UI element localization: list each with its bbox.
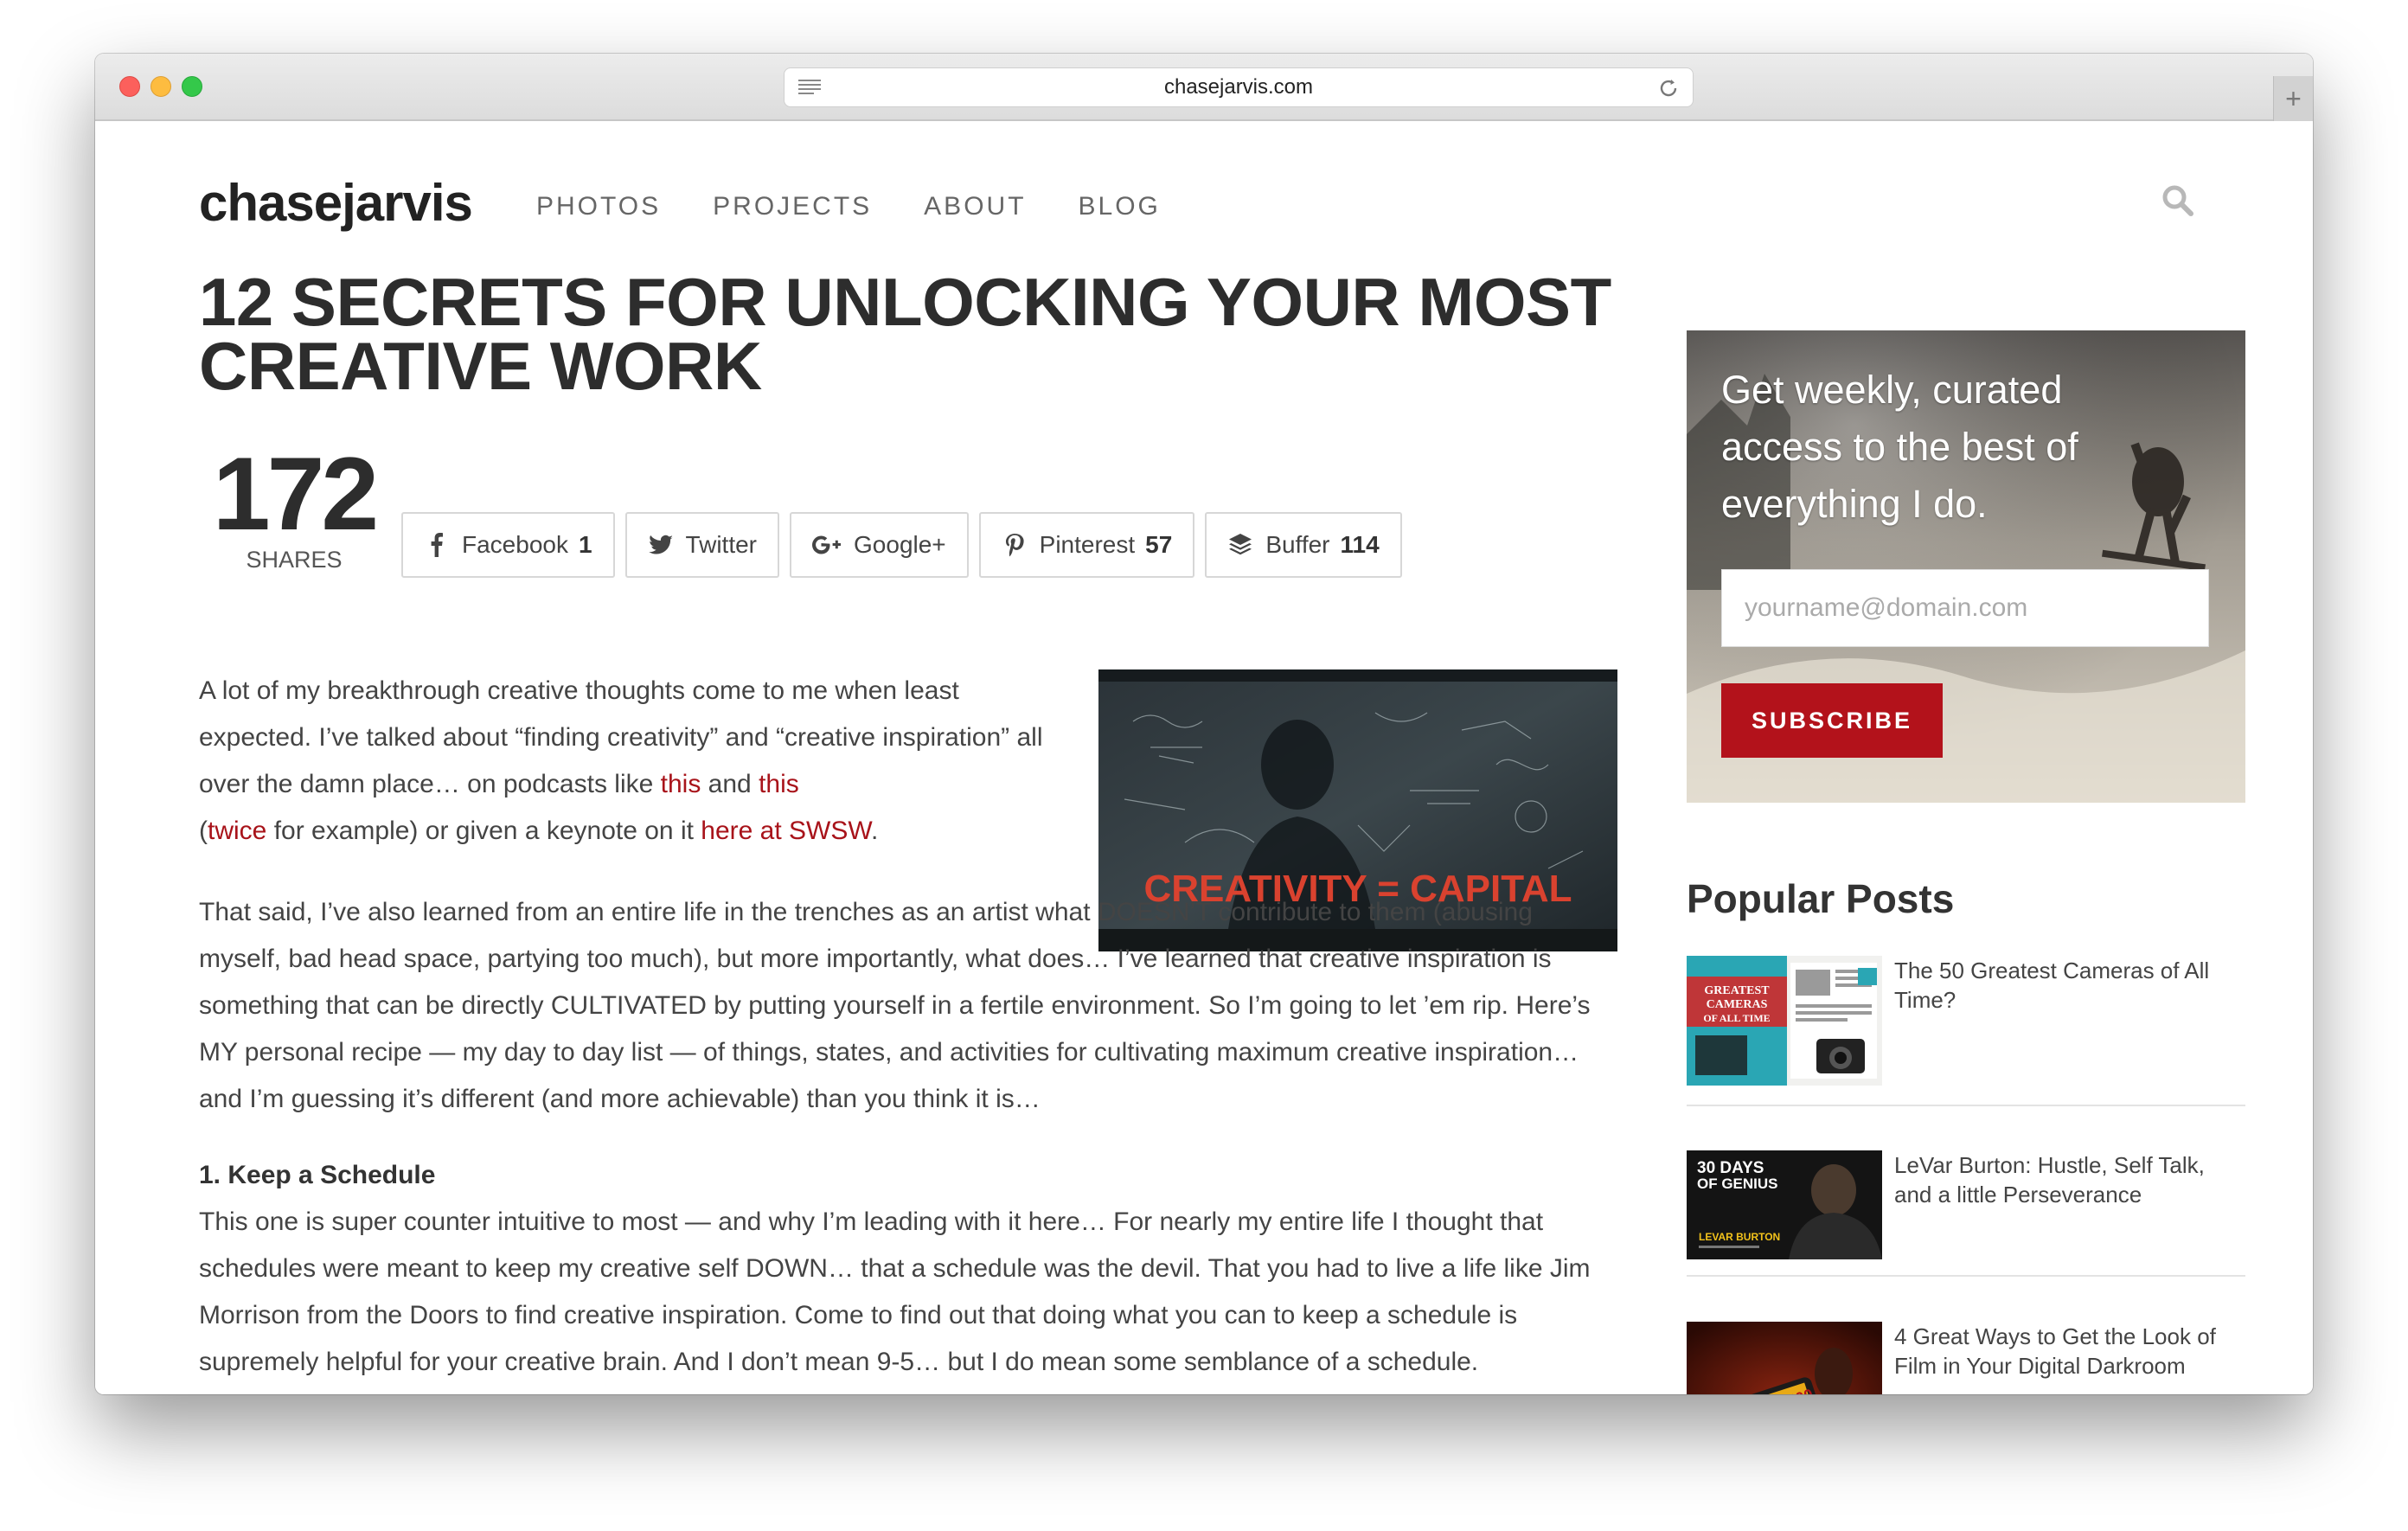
svg-text:CAMERAS: CAMERAS <box>1707 998 1768 1011</box>
pinterest-label: Pinterest <box>1039 531 1136 558</box>
post-2-thumb-text-3: LEVAR BURTON <box>1699 1231 1780 1243</box>
address-bar[interactable]: chasejarvis.com <box>784 67 1694 107</box>
popular-post-3[interactable]: Kodak 400 4 Great Ways to Get the Look o… <box>1687 1322 2245 1394</box>
nav-about[interactable]: ABOUT <box>924 192 1026 221</box>
facebook-share-button[interactable]: Facebook 1 <box>401 512 615 578</box>
link-podcast-2[interactable]: this <box>759 770 799 798</box>
link-twice[interactable]: twice <box>208 817 266 845</box>
pinterest-icon <box>1005 534 1024 557</box>
twitter-icon <box>648 535 673 554</box>
buffer-label: Buffer <box>1265 531 1330 558</box>
post-2-thumb-text-2: OF GENIUS <box>1697 1175 1778 1192</box>
site-nav: PHOTOS PROJECTS ABOUT BLOG <box>536 192 1161 221</box>
pinterest-count: 57 <box>1145 531 1173 558</box>
section-heading-1: 1. Keep a Schedule <box>199 1161 436 1189</box>
paragraph-1-text-e: . <box>871 817 879 845</box>
nav-blog[interactable]: BLOG <box>1079 192 1161 221</box>
levar-burton-thumbnail: 30 DAYS OF GENIUS LEVAR BURTON <box>1687 1150 1882 1259</box>
site-logo[interactable]: chasejarvis <box>199 173 473 233</box>
twitter-share-button[interactable]: Twitter <box>624 512 780 578</box>
facebook-label: Facebook <box>462 531 568 558</box>
nav-photos[interactable]: PHOTOS <box>536 192 661 221</box>
browser-window: chasejarvis.com + chasejarvis PHOTOS PRO… <box>95 54 2313 1394</box>
email-field[interactable]: yourname@domain.com <box>1721 569 2209 647</box>
link-podcast-1[interactable]: this <box>661 770 701 798</box>
post-3-title[interactable]: 4 Great Ways to Get the Look of Film in … <box>1894 1322 2245 1394</box>
url-text: chasejarvis.com <box>1163 75 1314 99</box>
post-1-title[interactable]: The 50 Greatest Cameras of All Time? <box>1894 956 2245 1086</box>
google-plus-share-button[interactable]: Google+ <box>790 512 969 578</box>
subscribe-button[interactable]: SUBSCRIBE <box>1721 683 1943 758</box>
svg-text:OF ALL TIME: OF ALL TIME <box>1703 1012 1770 1024</box>
buffer-share-button[interactable]: Buffer 114 <box>1205 512 1402 578</box>
popular-posts-title: Popular Posts <box>1687 876 1955 921</box>
search-icon[interactable] <box>2161 183 2195 218</box>
minimize-window-button[interactable] <box>150 76 171 97</box>
google-plus-label: Google+ <box>854 531 946 558</box>
close-window-button[interactable] <box>119 76 140 97</box>
buffer-icon <box>1229 534 1252 555</box>
paragraph-1-text-a: A lot of my breakthrough creative though… <box>199 676 1043 798</box>
browser-titlebar: chasejarvis.com + <box>95 54 2313 121</box>
maximize-window-button[interactable] <box>182 76 202 97</box>
paragraph-1-text-b: and <box>701 770 759 798</box>
post-divider <box>1687 1105 2245 1106</box>
facebook-count: 1 <box>578 531 592 558</box>
paragraph-2-text: That said, I’ve also learned from an ent… <box>199 898 1591 1113</box>
popular-post-1[interactable]: GREATEST CAMERAS OF ALL TIME The 50 Grea… <box>1687 956 2245 1086</box>
popular-post-2[interactable]: 30 DAYS OF GENIUS LEVAR BURTON LeVar Bur… <box>1687 1150 2245 1259</box>
new-tab-button[interactable]: + <box>2273 76 2313 121</box>
reader-view-icon[interactable] <box>798 79 821 96</box>
google-plus-icon <box>812 535 842 554</box>
signup-headline: Get weekly, curated access to the best o… <box>1721 368 2078 526</box>
paragraph-1-text-c: ( <box>199 817 208 845</box>
article-title: 12 SECRETS FOR UNLOCKING YOUR MOST CREAT… <box>199 264 1611 404</box>
link-swsw-keynote[interactable]: here at SWSW <box>701 817 871 845</box>
magazine-thumbnail: GREATEST CAMERAS OF ALL TIME <box>1687 956 1882 1086</box>
buffer-count: 114 <box>1340 531 1380 558</box>
paragraph-2: That said, I’ve also learned from an ent… <box>199 889 1617 1123</box>
post-1-thumb-text: GREATEST <box>1704 984 1770 997</box>
kodak-film-thumbnail: Kodak 400 <box>1687 1322 1882 1394</box>
post-divider <box>1687 1275 2245 1277</box>
post-2-thumb-text-1: 30 DAYS <box>1697 1159 1764 1177</box>
post-2-title[interactable]: LeVar Burton: Hustle, Self Talk, and a l… <box>1894 1150 2245 1259</box>
reload-icon[interactable] <box>1656 76 1681 100</box>
share-counter: 172 SHARES <box>208 436 381 573</box>
post-2-thumbnail[interactable]: 30 DAYS OF GENIUS LEVAR BURTON <box>1687 1150 1882 1259</box>
facebook-icon <box>431 533 443 557</box>
share-buttons: Facebook 1 Twitter Google+ Pinterest 57 … <box>401 512 1402 578</box>
post-1-thumbnail[interactable]: GREATEST CAMERAS OF ALL TIME <box>1687 956 1882 1086</box>
post-3-thumbnail[interactable]: Kodak 400 <box>1687 1322 1882 1394</box>
paragraph-1-text-d: for example) or given a keynote on it <box>266 817 701 845</box>
article-body: A lot of my breakthrough creative though… <box>199 668 1617 1394</box>
twitter-label: Twitter <box>685 531 758 558</box>
page-content: chasejarvis PHOTOS PROJECTS ABOUT BLOG 1… <box>95 123 2313 1394</box>
paragraph-1: A lot of my breakthrough creative though… <box>199 668 1064 855</box>
share-count-number: 172 <box>212 436 379 552</box>
nav-projects[interactable]: PROJECTS <box>713 192 872 221</box>
pinterest-share-button[interactable]: Pinterest 57 <box>978 512 1195 578</box>
newsletter-signup: Get weekly, curated access to the best o… <box>1687 330 2245 803</box>
paragraph-3: This one is super counter intuitive to m… <box>199 1208 1591 1376</box>
